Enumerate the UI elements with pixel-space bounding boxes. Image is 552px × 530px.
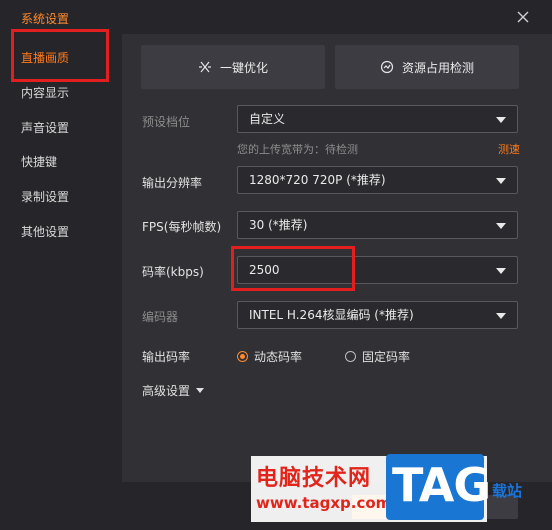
preset-label: 预设档位 [142,115,191,129]
close-icon[interactable] [516,10,530,24]
one-click-optimize-button[interactable]: 一键优化 [141,45,325,89]
chevron-down-icon [496,178,506,184]
bitrate-value: 2500 [249,263,280,277]
radio-constant-label: 固定码率 [362,350,411,364]
watermark-url: www.tagxp.com [256,494,392,512]
resolution-select[interactable]: 1280*720 720P (*推荐) [237,166,518,194]
sidebar-item-stream-quality[interactable]: 直播画质 [21,49,69,66]
radio-on-icon [237,351,248,362]
sidebar: 直播画质 内容显示 声音设置 快捷键 录制设置 其他设置 [0,34,122,482]
sidebar-item-recording[interactable]: 录制设置 [21,188,69,205]
resolution-value: 1280*720 720P (*推荐) [249,173,386,187]
settings-window: 系统设置 直播画质 内容显示 声音设置 快捷键 录制设置 其他设置 一键优化 资… [0,0,552,530]
optimize-label: 一键优化 [219,60,268,75]
bitrate-select[interactable]: 2500 [237,256,518,284]
caret-down-icon [196,388,205,393]
chevron-down-icon [496,117,506,123]
resource-label: 资源占用检测 [401,60,474,75]
watermark-side-text: 载站 [492,482,523,500]
fps-select[interactable]: 30 (*推荐) [237,211,518,239]
watermark-logo-text: TAG [392,458,491,512]
sidebar-item-audio[interactable]: 声音设置 [21,119,69,136]
wand-icon [198,61,211,73]
main-panel: 一键优化 资源占用检测 预设档位 自定义 您的上传宽带为：待检测 测速 输出分辨… [122,34,552,482]
rate-mode-label: 输出码率 [142,350,191,364]
preset-select[interactable]: 自定义 [237,105,518,133]
radio-dynamic-bitrate[interactable]: 动态码率 [237,348,302,365]
advanced-label: 高级设置 [142,384,191,398]
fps-value: 30 (*推荐) [249,218,308,232]
fps-label: FPS(每秒帧数) [142,220,222,234]
radio-constant-bitrate[interactable]: 固定码率 [345,348,410,365]
chevron-down-icon [496,268,506,274]
title-bar: 系统设置 [0,0,552,34]
advanced-settings-toggle[interactable]: 高级设置 [142,382,205,399]
resolution-label: 输出分辨率 [142,176,203,190]
resource-usage-button[interactable]: 资源占用检测 [335,45,519,89]
chevron-down-icon [496,313,506,319]
encoder-select[interactable]: INTEL H.264核显编码 (*推荐) [237,301,518,329]
radio-off-icon [345,351,356,362]
sidebar-item-other[interactable]: 其他设置 [21,223,69,240]
sidebar-item-hotkeys[interactable]: 快捷键 [21,153,57,170]
bitrate-label: 码率(kbps) [142,265,204,279]
watermark-title: 电脑技术网 [256,466,372,491]
gauge-icon [380,60,394,74]
chevron-down-icon [496,223,506,229]
window-title: 系统设置 [21,12,70,26]
bandwidth-hint: 您的上传宽带为：待检测 [237,143,358,156]
radio-dynamic-label: 动态码率 [254,350,303,364]
encoder-value: INTEL H.264核显编码 (*推荐) [249,308,414,322]
encoder-label: 编码器 [142,310,179,324]
speed-test-link[interactable]: 测速 [498,141,520,157]
sidebar-item-content-display[interactable]: 内容显示 [21,84,69,101]
preset-value: 自定义 [249,112,286,126]
